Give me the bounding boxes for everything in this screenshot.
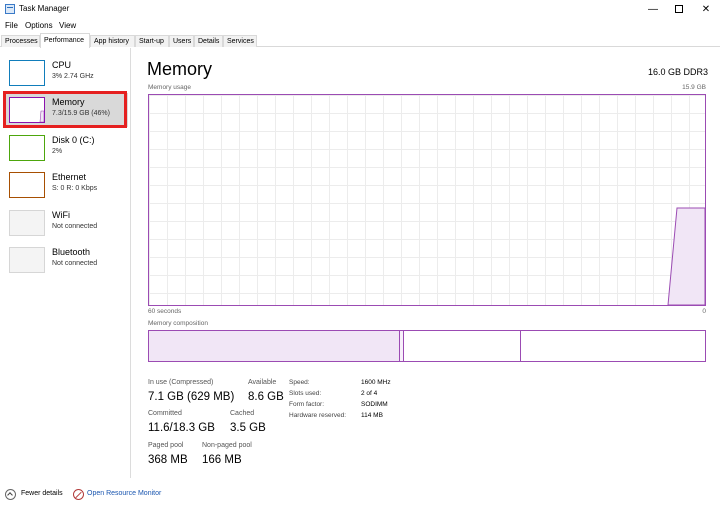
composition-free — [521, 331, 705, 361]
title-bar: Task Manager — ✕ — [0, 0, 720, 19]
x-axis-right-label: 0 — [702, 308, 706, 315]
sidebar-item-label: CPU — [52, 60, 72, 70]
footer-bar: Fewer details Open Resource Monitor — [0, 479, 720, 507]
in-use-value: 7.1 GB (629 MB) — [148, 391, 235, 403]
memory-usage-graph — [148, 94, 706, 306]
resource-monitor-icon[interactable] — [73, 489, 84, 500]
form-factor-label: Form factor: — [289, 401, 325, 408]
maximize-icon — [675, 5, 683, 14]
tab-start-up[interactable]: Start-up — [135, 35, 169, 47]
composition-in-use — [149, 331, 400, 361]
tab-services[interactable]: Services — [223, 35, 257, 47]
composition-standby — [404, 331, 521, 361]
cached-value: 3.5 GB — [230, 422, 266, 434]
committed-value: 11.6/18.3 GB — [148, 422, 215, 434]
tab-performance[interactable]: Performance — [40, 33, 90, 48]
speed-label: Speed: — [289, 379, 310, 386]
tab-users[interactable]: Users — [169, 35, 194, 47]
sidebar-item-detail: Not connected — [52, 260, 98, 267]
ethernet-graph-thumbnail — [9, 172, 45, 198]
menu-view[interactable]: View — [59, 21, 76, 30]
in-use-label: In use (Compressed) — [148, 379, 214, 386]
usage-area — [667, 207, 705, 305]
minimize-button[interactable]: — — [640, 0, 666, 19]
paged-pool-value: 368 MB — [148, 454, 188, 466]
sidebar-item-ethernet[interactable]: Ethernet S: 0 R: 0 Kbps — [4, 168, 128, 202]
menu-bar: File Options View — [0, 19, 720, 33]
memory-panel: Memory 16.0 GB DDR3 Memory usage 15.9 GB… — [132, 48, 720, 478]
composition-label: Memory composition — [148, 320, 208, 327]
maximize-button[interactable] — [666, 0, 692, 19]
usage-graph-max: 15.9 GB — [682, 84, 706, 91]
committed-label: Committed — [148, 410, 182, 417]
available-label: Available — [248, 379, 277, 386]
memory-spec: 16.0 GB DDR3 — [647, 67, 708, 77]
sidebar-item-bluetooth[interactable]: Bluetooth Not connected — [4, 243, 128, 277]
page-title: Memory — [147, 59, 213, 79]
menu-options[interactable]: Options — [25, 21, 53, 30]
usage-line — [667, 207, 705, 305]
sidebar-item-disk[interactable]: Disk 0 (C:) 2% — [4, 131, 128, 165]
tab-details[interactable]: Details — [194, 35, 223, 47]
close-button[interactable]: ✕ — [693, 0, 719, 19]
open-resource-monitor-link[interactable]: Open Resource Monitor — [87, 490, 161, 497]
selection-highlight — [3, 91, 127, 128]
slots-label: Slots used: — [289, 390, 322, 397]
tab-app-history[interactable]: App history — [90, 35, 135, 47]
cpu-graph-thumbnail — [9, 60, 45, 86]
wifi-graph-thumbnail — [9, 210, 45, 236]
hardware-reserved-label: Hardware reserved: — [289, 412, 347, 419]
memory-composition-bar — [148, 330, 706, 362]
sidebar-item-label: Bluetooth — [52, 247, 91, 257]
hardware-reserved-value: 114 MB — [361, 412, 383, 419]
chevron-up-icon[interactable] — [5, 489, 16, 500]
sidebar-item-detail: 2% — [52, 148, 63, 155]
nonpaged-pool-value: 166 MB — [202, 454, 242, 466]
sidebar-item-label: Ethernet — [52, 172, 87, 182]
x-axis-left-label: 60 seconds — [148, 308, 182, 315]
disk-graph-thumbnail — [9, 135, 45, 161]
bluetooth-graph-thumbnail — [9, 247, 45, 273]
nonpaged-pool-label: Non-paged pool — [202, 442, 252, 449]
sidebar-item-detail: 3% 2.74 GHz — [52, 73, 94, 80]
tab-bar: Processes Performance App history Start-… — [0, 33, 720, 48]
task-manager-icon — [5, 4, 15, 14]
tab-processes[interactable]: Processes — [1, 35, 40, 47]
fewer-details-link[interactable]: Fewer details — [21, 490, 63, 497]
usage-graph-label: Memory usage — [148, 84, 191, 91]
sidebar-item-cpu[interactable]: CPU 3% 2.74 GHz — [4, 56, 128, 90]
available-value: 8.6 GB — [248, 391, 284, 403]
sidebar-item-detail: S: 0 R: 0 Kbps — [52, 185, 98, 192]
window-title: Task Manager — [19, 4, 70, 13]
paged-pool-label: Paged pool — [148, 442, 184, 449]
speed-value: 1600 MHz — [361, 379, 391, 386]
menu-file[interactable]: File — [5, 21, 18, 30]
cached-label: Cached — [230, 410, 255, 417]
sidebar-item-detail: Not connected — [52, 223, 98, 230]
form-factor-value: SODIMM — [361, 401, 388, 408]
sidebar-item-label: Disk 0 (C:) — [52, 135, 95, 145]
slots-value: 2 of 4 — [361, 390, 378, 397]
sidebar-item-label: WiFi — [52, 210, 70, 220]
sidebar-item-wifi[interactable]: WiFi Not connected — [4, 206, 128, 240]
